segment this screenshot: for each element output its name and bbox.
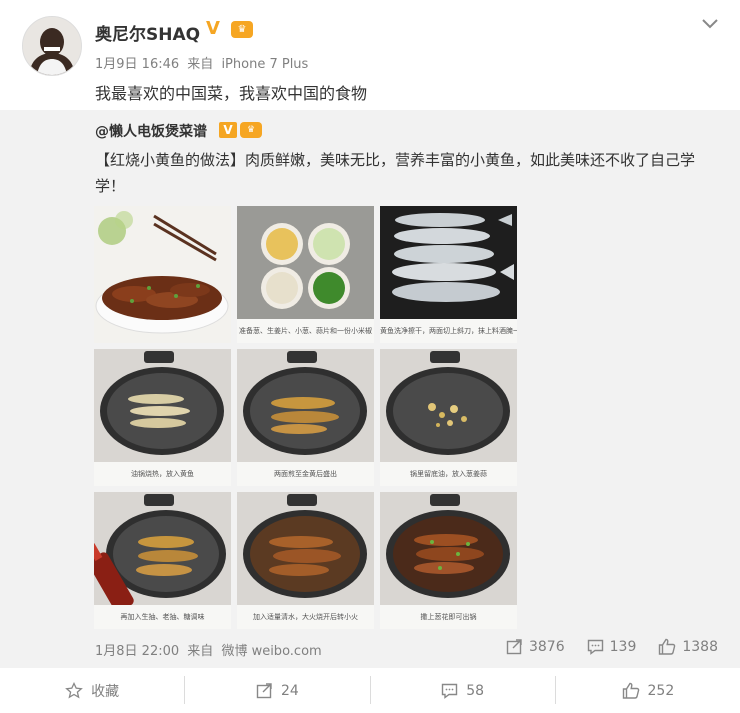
- comment-icon: [442, 683, 458, 699]
- recipe-image-fish[interactable]: 黄鱼洗净擦干，两面切上斜刀，抹上料酒腌一下: [380, 206, 517, 343]
- weibo-post-card: 奥尼尔SHAQ V ♛ 1月9日 16:46 来自 iPhone 7 Plus …: [0, 0, 740, 713]
- repost-meta: 1月8日 22:00 来自 微博 weibo.com: [95, 640, 326, 659]
- verified-icon: V: [219, 122, 237, 138]
- post-meta: 1月9日 16:46 来自 iPhone 7 Plus: [95, 53, 312, 72]
- repost-source[interactable]: 微博 weibo.com: [221, 644, 321, 659]
- step-caption: 加入适量清水，大火烧开后转小火: [237, 605, 374, 629]
- verified-icon: V: [206, 18, 220, 39]
- thumbs-up-icon: [659, 638, 676, 655]
- repost-text: 【红烧小黄鱼的做法】肉质鲜嫩，美味无比，营养丰富的小黄鱼，如此美味还不收了自己学…: [95, 151, 696, 195]
- action-bar: 收藏 24 58 252: [0, 668, 740, 713]
- recipe-image-frying[interactable]: 油锅烧热，放入黄鱼: [94, 349, 231, 486]
- share-icon: [506, 639, 522, 655]
- recipe-image-golden[interactable]: 两面煎至金黄后盛出: [237, 349, 374, 486]
- favorite-button[interactable]: 收藏: [0, 668, 184, 713]
- image-grid: 准备葱、生姜片、小葱、蒜片和一份小米椒 黄鱼洗净擦干，两面切上斜刀，抹上料酒腌一…: [94, 206, 518, 629]
- step-caption: 两面煎至金黄后盛出: [237, 462, 374, 486]
- repost-button[interactable]: 24: [185, 668, 369, 713]
- step-caption: 锅里留底油，放入葱姜蒜: [380, 462, 517, 486]
- recipe-image-finished[interactable]: 撒上葱花即可出锅: [380, 492, 517, 629]
- step-caption: 准备葱、生姜片、小葱、蒜片和一份小米椒: [237, 319, 374, 343]
- recipe-image-aromatics[interactable]: 锅里留底油，放入葱姜蒜: [380, 349, 517, 486]
- post-date[interactable]: 1月9日 16:46: [95, 57, 179, 72]
- like-button[interactable]: 252: [556, 668, 740, 713]
- step-caption: 油锅烧热，放入黄鱼: [94, 462, 231, 486]
- source-prefix: 来自: [187, 57, 214, 72]
- recipe-image-seasoning[interactable]: 再加入生抽、老抽、糖调味: [94, 492, 231, 629]
- recipe-image-dish[interactable]: [94, 206, 231, 343]
- thumbs-up-icon: [622, 682, 639, 699]
- user-name[interactable]: 奥尼尔SHAQ: [95, 20, 200, 45]
- recipe-image-ingredients[interactable]: 准备葱、生姜片、小葱、蒜片和一份小米椒: [237, 206, 374, 343]
- avatar[interactable]: [22, 16, 82, 76]
- comment-button[interactable]: 58: [371, 668, 555, 713]
- step-caption: 再加入生抽、老抽、糖调味: [94, 605, 231, 629]
- repost-stats: 3876 139 1388: [484, 638, 718, 655]
- repost-reposts[interactable]: 3876: [506, 638, 565, 655]
- repost-author[interactable]: @懒人电饭煲菜谱: [95, 121, 207, 141]
- vip-badge-icon[interactable]: ♛: [231, 21, 253, 38]
- star-icon: [65, 682, 83, 699]
- step-caption: 撒上葱花即可出锅: [380, 605, 517, 629]
- comment-icon: [587, 639, 603, 655]
- step-caption: 黄鱼洗净擦干，两面切上斜刀，抹上料酒腌一下: [380, 319, 517, 343]
- chevron-down-icon[interactable]: [700, 14, 720, 34]
- vip-badge-icon[interactable]: ♛: [240, 122, 262, 138]
- repost-likes[interactable]: 1388: [658, 638, 718, 655]
- recipe-image-simmer[interactable]: 加入适量清水，大火烧开后转小火: [237, 492, 374, 629]
- post-source[interactable]: iPhone 7 Plus: [221, 57, 308, 72]
- post-text: 我最喜欢的中国菜，我喜欢中国的食物: [95, 84, 368, 103]
- repost-date[interactable]: 1月8日 22:00: [95, 644, 179, 659]
- repost-comments[interactable]: 139: [587, 638, 636, 655]
- repost-block: @懒人电饭煲菜谱 V ♛ 【红烧小黄鱼的做法】肉质鲜嫩，美味无比，营养丰富的小黄…: [0, 110, 740, 668]
- share-icon: [256, 683, 272, 699]
- source-prefix: 来自: [187, 644, 214, 659]
